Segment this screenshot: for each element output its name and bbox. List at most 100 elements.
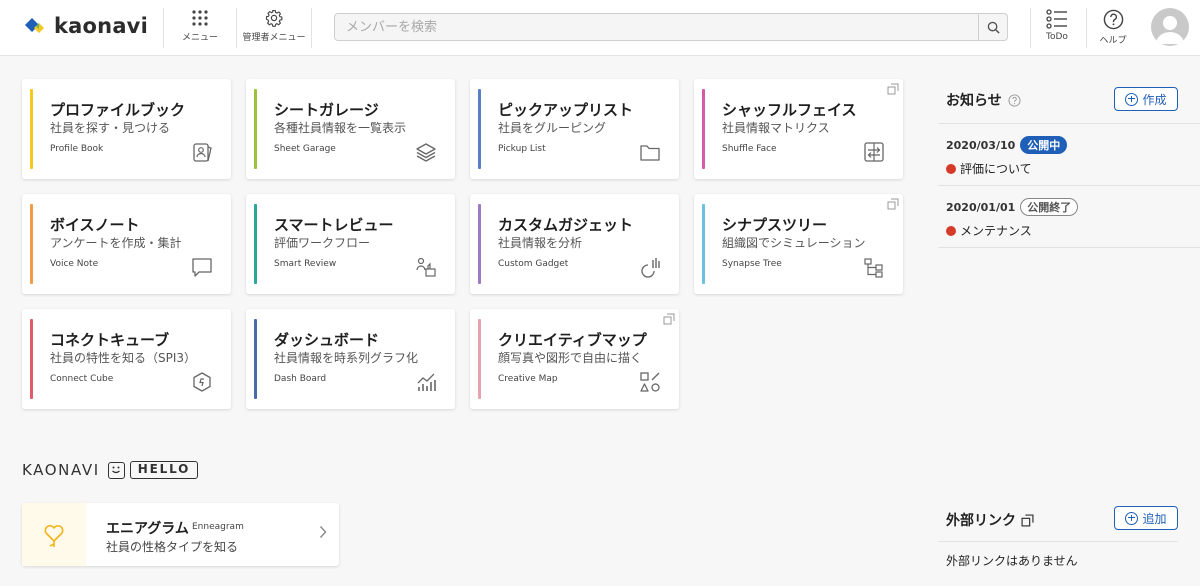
card-title: クリエイティブマップ	[498, 331, 647, 349]
card-profile-book[interactable]: プロファイルブック 社員を探す・見つける Profile Book	[22, 79, 231, 179]
member-search-input[interactable]	[335, 14, 975, 40]
card-english-name: Dash Board	[274, 374, 327, 384]
card-title: ダッシュボード	[274, 331, 380, 349]
card-english-name: Pickup List	[498, 144, 546, 154]
notice-title: メンテナンス	[960, 224, 1032, 238]
help-question-icon	[1103, 9, 1123, 30]
info-help-icon[interactable]	[1008, 93, 1021, 107]
card-dash-board[interactable]: ダッシュボード 社員情報を時系列グラフ化 Dash Board	[246, 309, 455, 409]
add-link-label: 追加	[1142, 511, 1167, 526]
card-title: ピックアップリスト	[498, 101, 634, 119]
cube-icon	[193, 372, 211, 392]
enneagram-icon-tile	[22, 503, 86, 566]
divider	[938, 541, 1178, 542]
card-subtitle: アンケートを作成・集計	[50, 236, 182, 250]
external-link-icon	[887, 83, 899, 95]
notices-title: お知らせ	[946, 93, 1002, 109]
header-divider	[1086, 8, 1087, 48]
card-english-name: Sheet Garage	[274, 144, 336, 154]
kaonavi-logo[interactable]: kaonavi	[22, 14, 148, 38]
card-subtitle: 社員情報を時系列グラフ化	[274, 351, 419, 365]
kaonavi-hello-wordmark: KAONAVI	[22, 461, 100, 479]
notice-title: 評価について	[960, 162, 1032, 176]
add-link-button[interactable]: 追加	[1114, 506, 1178, 530]
card-title: コネクトキューブ	[50, 331, 170, 349]
card-english-name: Custom Gadget	[498, 259, 569, 269]
enneagram-english-name: Enneagram	[192, 522, 244, 532]
card-english-name: Connect Cube	[50, 374, 114, 384]
card-sheet-garage[interactable]: シートガレージ 各種社員情報を一覧表示 Sheet Garage	[246, 79, 455, 179]
card-subtitle: 組織図でシミュレーション	[722, 236, 866, 250]
card-accent-bar	[30, 89, 33, 169]
card-accent-bar	[30, 204, 33, 284]
plus-circle-icon	[1125, 92, 1139, 106]
admin-menu-label: 管理者メニュー	[242, 33, 306, 43]
top-header: kaonavi メニュー 管理者メニュー メンバーを検索 ToDo ヘルプ	[0, 0, 1200, 56]
notices-heading: お知らせ	[946, 90, 1021, 110]
card-title: ボイスノート	[50, 216, 140, 234]
card-accent-bar	[478, 204, 481, 284]
external-link-icon	[887, 198, 899, 210]
notice-title-link[interactable]: 評価について	[946, 160, 1067, 177]
todo-button[interactable]: ToDo	[1040, 9, 1074, 49]
status-badge-ended: 公開終了	[1020, 198, 1079, 216]
admin-menu-button[interactable]: 管理者メニュー	[239, 9, 309, 49]
card-creative-map[interactable]: クリエイティブマップ 顔写真や図形で自由に描く Creative Map	[470, 309, 679, 409]
review-icon	[416, 257, 436, 277]
divider	[938, 185, 1200, 186]
member-search	[334, 13, 1008, 41]
smile-face-icon	[107, 461, 125, 479]
card-accent-bar	[254, 89, 257, 169]
header-divider	[311, 8, 312, 48]
chevron-right-icon	[319, 526, 327, 538]
create-notice-button[interactable]: 作成	[1114, 87, 1178, 111]
card-title: カスタムガジェット	[498, 216, 634, 234]
heart-chat-icon	[44, 524, 64, 547]
card-subtitle: 各種社員情報を一覧表示	[274, 121, 407, 135]
profile-book-icon	[193, 143, 212, 162]
card-synapse-tree[interactable]: シナプスツリー 組織図でシミュレーション Synapse Tree	[694, 194, 903, 294]
card-accent-bar	[478, 319, 481, 399]
card-subtitle: 社員情報マトリクス	[722, 121, 830, 135]
card-pickup-list[interactable]: ピックアップリスト 社員をグルーピング Pickup List	[470, 79, 679, 179]
card-smart-review[interactable]: スマートレビュー 評価ワークフロー Smart Review	[246, 194, 455, 294]
shuffle-icon	[864, 142, 884, 162]
card-accent-bar	[254, 204, 257, 284]
card-subtitle: 社員を探す・見つける	[50, 121, 171, 135]
card-custom-gadget[interactable]: カスタムガジェット 社員情報を分析 Custom Gadget	[470, 194, 679, 294]
header-divider	[163, 8, 164, 48]
help-button[interactable]: ヘルプ	[1094, 9, 1132, 49]
org-tree-icon	[864, 258, 883, 278]
folder-icon	[640, 145, 660, 161]
card-shuffle-face[interactable]: シャッフルフェイス 社員情報マトリクス Shuffle Face	[694, 79, 903, 179]
no-links-message: 外部リンクはありません	[946, 554, 1078, 568]
gear-icon	[265, 9, 283, 27]
card-title: スマートレビュー	[274, 216, 394, 234]
card-accent-bar	[254, 319, 257, 399]
divider	[938, 123, 1200, 124]
card-english-name: Synapse Tree	[722, 259, 782, 269]
status-badge-published: 公開中	[1020, 136, 1068, 154]
gadget-chart-icon	[641, 258, 660, 278]
card-subtitle: 社員の特性を知る（SPI3）	[50, 351, 197, 365]
card-voice-note[interactable]: ボイスノート アンケートを作成・集計 Voice Note	[22, 194, 231, 294]
card-accent-bar	[30, 319, 33, 399]
search-button[interactable]	[978, 14, 1007, 40]
todo-label: ToDo	[1046, 32, 1068, 42]
plus-circle-icon	[1125, 511, 1139, 525]
card-subtitle: 社員をグルーピング	[498, 121, 607, 135]
card-subtitle: 評価ワークフロー	[274, 236, 371, 250]
enneagram-card[interactable]: エニアグラム Enneagram 社員の性格タイプを知る	[22, 503, 339, 566]
search-icon	[987, 21, 1000, 34]
red-dot-icon	[946, 163, 956, 174]
user-avatar[interactable]	[1151, 8, 1189, 46]
notice-title-link[interactable]: メンテナンス	[946, 222, 1078, 239]
card-subtitle: 社員情報を分析	[498, 236, 583, 250]
card-connect-cube[interactable]: コネクトキューブ 社員の特性を知る（SPI3） Connect Cube	[22, 309, 231, 409]
card-english-name: Voice Note	[50, 259, 99, 269]
card-title: シナプスツリー	[722, 216, 828, 234]
create-notice-label: 作成	[1142, 92, 1167, 107]
menu-button[interactable]: メニュー	[178, 9, 222, 49]
enneagram-subtitle: 社員の性格タイプを知る	[106, 540, 239, 554]
todo-list-icon	[1046, 9, 1067, 29]
